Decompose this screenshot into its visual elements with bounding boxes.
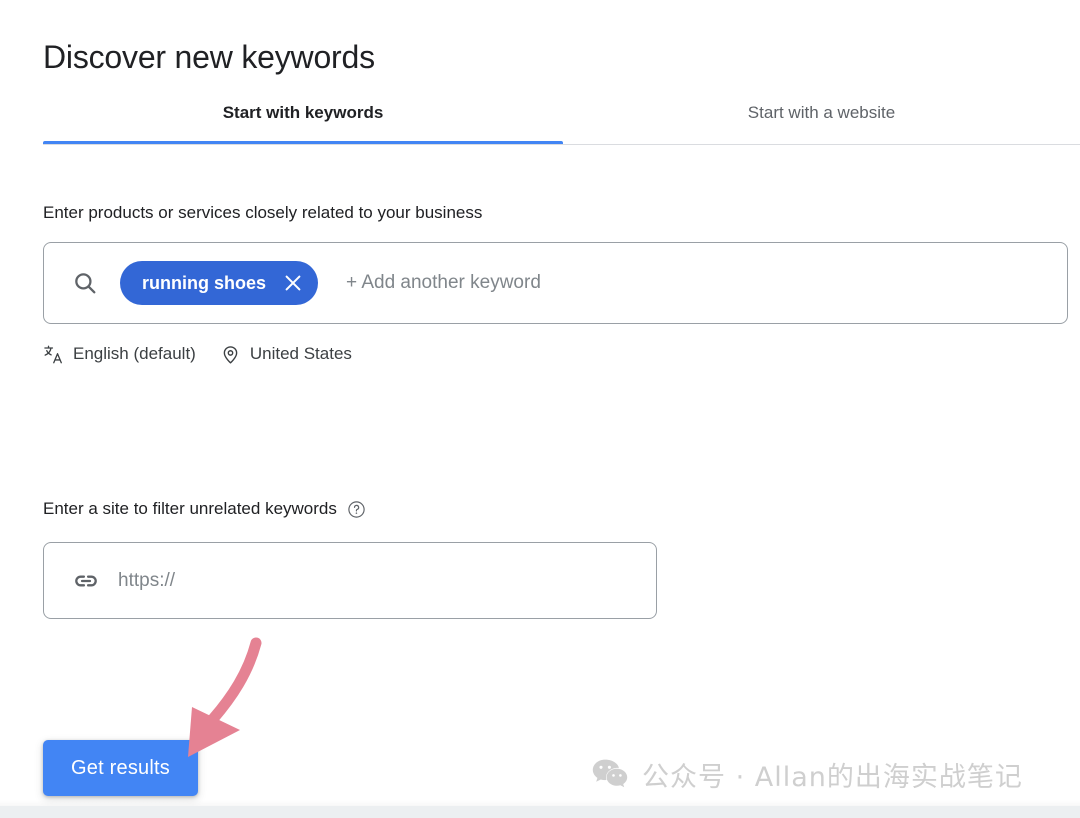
keyword-planner-panel: Discover new keywords Start with keyword… bbox=[0, 0, 1080, 806]
location-pin-icon bbox=[223, 345, 238, 364]
watermark: 公众号 · Allan的出海实战笔记 bbox=[592, 752, 1023, 796]
site-filter-label-row: Enter a site to filter unrelated keyword… bbox=[43, 496, 366, 522]
link-icon bbox=[75, 575, 97, 586]
keyword-chip-label: running shoes bbox=[142, 272, 267, 293]
close-icon[interactable] bbox=[282, 272, 304, 294]
location-label: United States bbox=[249, 344, 352, 363]
keywords-input[interactable]: running shoes + Add another keyword bbox=[43, 242, 1068, 324]
tab-start-with-keywords[interactable]: Start with keywords bbox=[43, 82, 563, 144]
language-label: English (default) bbox=[73, 344, 196, 363]
tab-divider bbox=[43, 144, 1080, 145]
add-another-keyword-placeholder[interactable]: + Add another keyword bbox=[346, 272, 541, 294]
wechat-icon bbox=[592, 759, 628, 788]
site-filter-input[interactable]: https:// bbox=[43, 542, 657, 619]
tab-start-with-website[interactable]: Start with a website bbox=[563, 82, 1080, 144]
tab-bar: Start with keywords Start with a website bbox=[43, 82, 1080, 146]
site-filter-placeholder[interactable]: https:// bbox=[118, 570, 175, 592]
page-bottom-band bbox=[0, 806, 1080, 818]
active-tab-indicator bbox=[43, 141, 563, 144]
watermark-text: 公众号 · Allan的出海实战笔记 bbox=[642, 761, 1023, 793]
help-circle-icon[interactable] bbox=[347, 500, 366, 519]
keywords-field-label: Enter products or services closely relat… bbox=[43, 203, 483, 222]
search-icon bbox=[75, 273, 96, 294]
get-results-button[interactable]: Get results bbox=[43, 740, 198, 796]
site-filter-label: Enter a site to filter unrelated keyword… bbox=[43, 499, 337, 518]
location-selector[interactable]: United States bbox=[220, 344, 352, 365]
keyword-settings-row: English (default) United States bbox=[43, 340, 352, 368]
language-selector[interactable]: English (default) bbox=[43, 344, 196, 365]
page-title: Discover new keywords bbox=[43, 39, 375, 76]
keyword-chip-running-shoes[interactable]: running shoes bbox=[120, 261, 319, 305]
translate-icon bbox=[44, 345, 62, 363]
